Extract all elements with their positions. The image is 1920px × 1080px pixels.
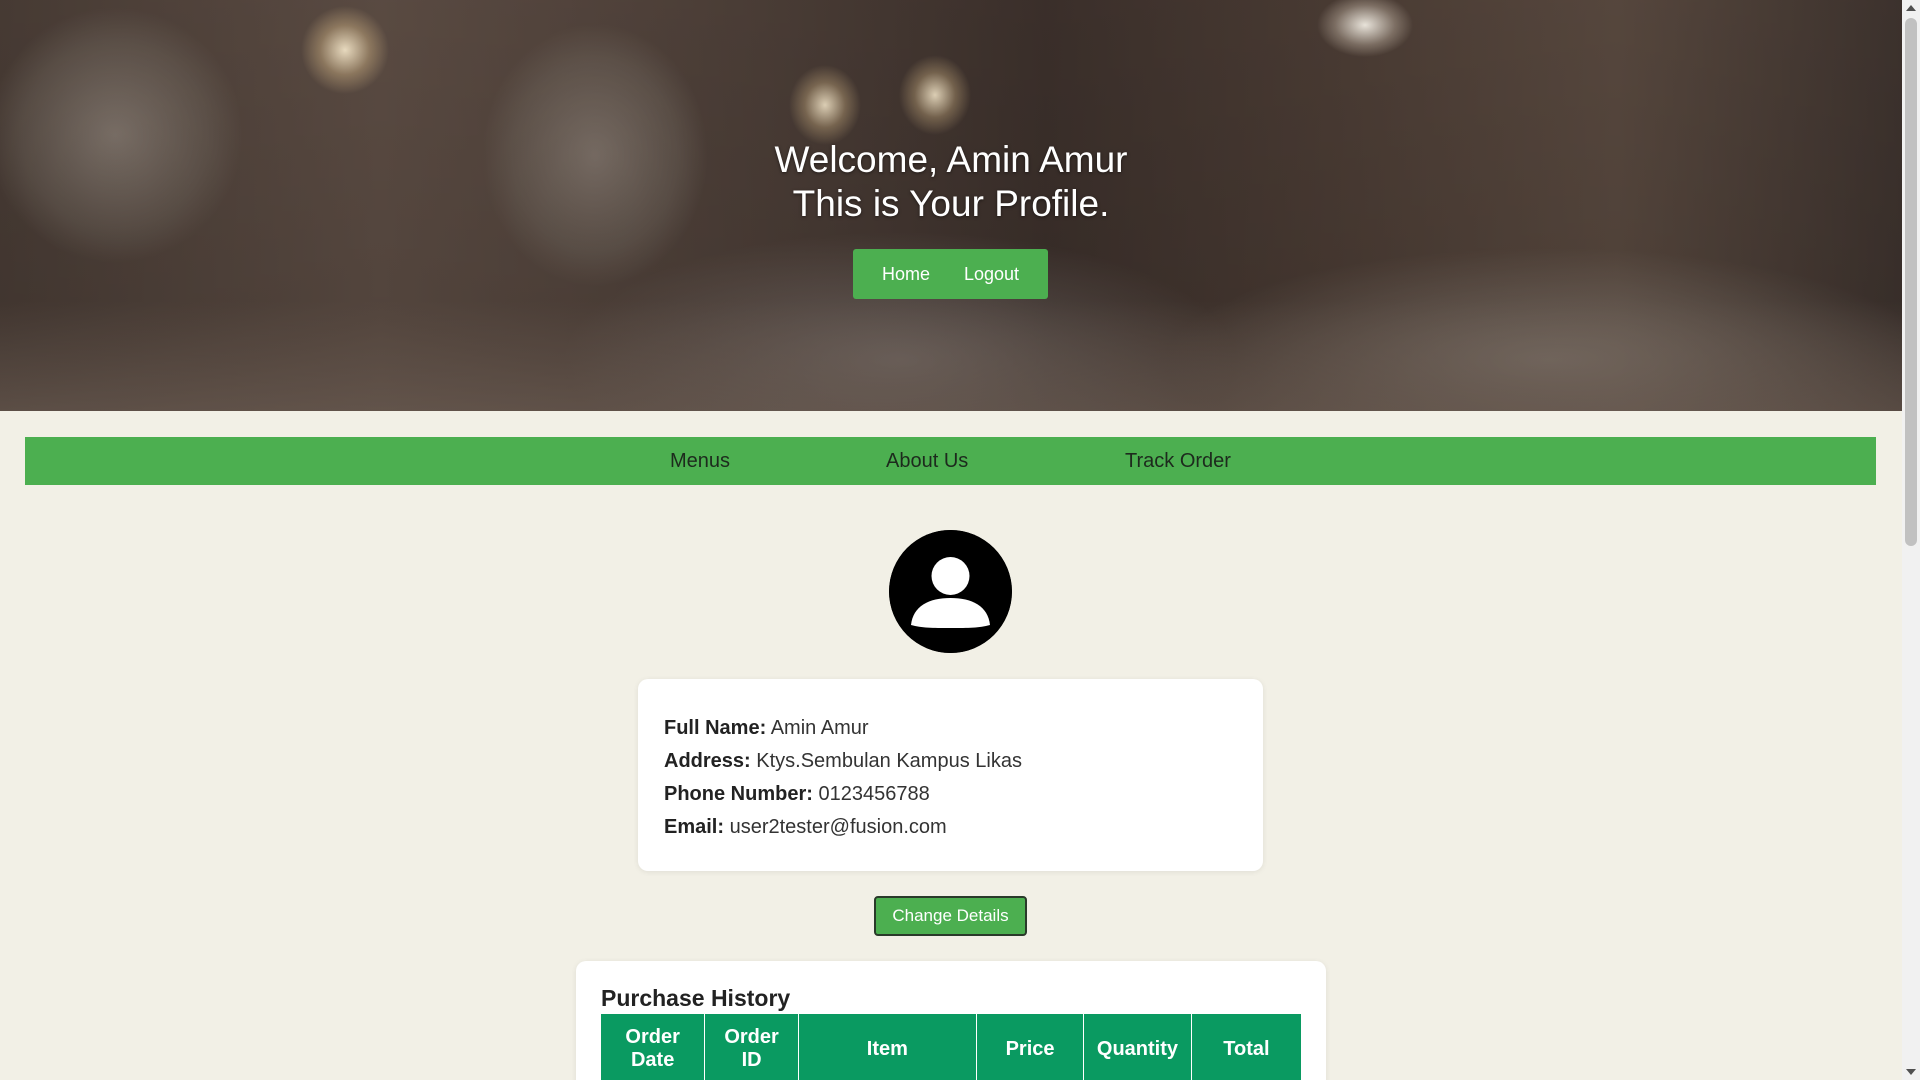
column-header-total: Total: [1191, 1014, 1301, 1080]
full-name-value: Amin Amur: [770, 717, 869, 739]
column-header-line: Order: [724, 1026, 779, 1048]
hero-image-floor: [0, 301, 1902, 411]
purchase-history-table: Order Date Order ID Item Price Quantity …: [601, 1014, 1301, 1080]
column-header-order-id: Order ID: [704, 1014, 799, 1080]
table-header-row: Order Date Order ID Item Price Quantity …: [601, 1014, 1301, 1080]
address-row: Address: Ktys.Sembulan Kampus Likas: [664, 745, 1237, 778]
main-nav-bar: Menus About Us Track Order: [25, 437, 1876, 485]
nav-item-menus[interactable]: Menus: [670, 437, 730, 485]
purchase-history-card: Purchase History Order Date Order ID Ite…: [576, 961, 1326, 1080]
column-header-item: Item: [798, 1014, 977, 1080]
purchase-history-title: Purchase History: [601, 985, 791, 1011]
nav-item-about-us[interactable]: About Us: [886, 437, 968, 485]
column-header-line: Date: [630, 1049, 675, 1071]
profile-line: This is Your Profile.: [792, 183, 1110, 224]
full-name-row: Full Name: Amin Amur: [664, 712, 1237, 745]
address-value: Ktys.Sembulan Kampus Likas: [756, 750, 1022, 772]
welcome-heading: Welcome, Amin Amur This is Your Profile.: [0, 138, 1902, 226]
phone-value: 0123456788: [818, 783, 930, 805]
address-label: Address:: [664, 750, 751, 772]
email-row: Email: user2tester@fusion.com: [664, 811, 1237, 844]
column-header-line: Order: [625, 1026, 680, 1048]
email-value: user2tester@fusion.com: [729, 816, 947, 838]
hero-banner: Welcome, Amin Amur This is Your Profile.…: [0, 0, 1902, 411]
column-header-quantity: Quantity: [1083, 1014, 1192, 1080]
home-link[interactable]: Home: [882, 264, 930, 285]
hero-nav: Home Logout: [853, 249, 1048, 299]
welcome-line: Welcome, Amin Amur: [774, 139, 1128, 180]
profile-page: Welcome, Amin Amur This is Your Profile.…: [0, 0, 1920, 1080]
column-header-price: Price: [976, 1014, 1085, 1080]
page-scrollbar[interactable]: [1902, 0, 1920, 1080]
scroll-down-arrow-icon[interactable]: [1906, 1069, 1916, 1075]
user-avatar-icon: [889, 530, 1012, 653]
email-label: Email:: [664, 816, 725, 838]
logout-link[interactable]: Logout: [964, 264, 1019, 285]
nav-item-track-order[interactable]: Track Order: [1125, 437, 1231, 485]
phone-label: Phone Number:: [664, 783, 813, 805]
user-silhouette: [889, 530, 1012, 653]
phone-row: Phone Number: 0123456788: [664, 778, 1237, 811]
scrollbar-thumb[interactable]: [1905, 18, 1917, 546]
column-header-line: ID: [741, 1049, 762, 1071]
change-details-button[interactable]: Change Details: [874, 896, 1027, 936]
profile-details-card: Full Name: Amin Amur Address: Ktys.Sembu…: [638, 679, 1263, 871]
column-header-order-date: Order Date: [601, 1014, 706, 1080]
full-name-label: Full Name:: [664, 717, 767, 739]
scroll-up-arrow-icon[interactable]: [1906, 5, 1916, 11]
